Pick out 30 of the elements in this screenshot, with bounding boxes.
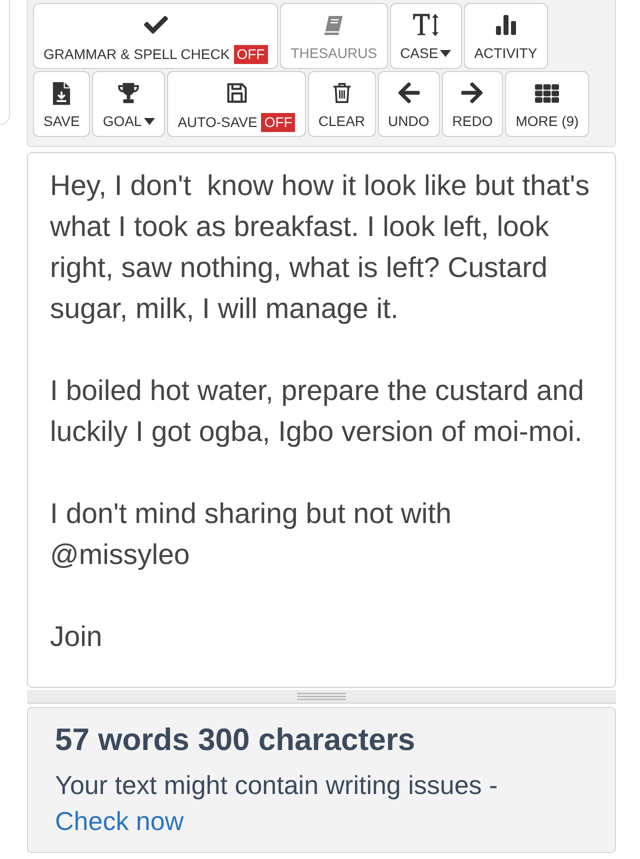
toolbar-button[interactable]: ACTIVITY — [464, 3, 548, 69]
check-icon — [144, 16, 168, 34]
file-download-icon — [52, 80, 72, 106]
toolbar-button[interactable]: CLEAR — [308, 71, 376, 137]
word-count: 57 words 300 characters — [55, 721, 416, 759]
toolbar-button[interactable]: SAVE — [33, 71, 90, 137]
book-icon — [323, 14, 344, 36]
toolbar-button[interactable]: AUTO-SAVE OFF — [167, 71, 306, 137]
check-now-link[interactable]: Check now — [55, 806, 184, 836]
arrow-right-icon — [461, 82, 484, 104]
caret-icon — [440, 50, 452, 57]
status-badge: OFF — [234, 45, 268, 64]
trophy-icon — [116, 82, 142, 104]
toolbar-button[interactable]: GOAL — [92, 71, 166, 137]
text-height-icon — [412, 13, 440, 37]
trash-icon — [332, 82, 352, 104]
grip-icon — [297, 692, 346, 700]
toolbar-button[interactable]: MORE (9) — [505, 71, 590, 137]
resize-handle[interactable] — [27, 690, 616, 704]
arrow-left-icon — [398, 82, 420, 104]
status-badge: OFF — [261, 113, 296, 132]
toolbar-button[interactable]: CASE — [390, 3, 462, 69]
toolbar-button[interactable]: GRAMMAR & SPELL CHECK OFF — [33, 3, 278, 69]
toolbar-button[interactable]: REDO — [442, 71, 504, 137]
caret-icon — [144, 118, 155, 125]
bar-chart-icon — [494, 14, 517, 36]
toolbar-button[interactable]: UNDO — [378, 71, 440, 137]
grid-icon — [535, 84, 560, 102]
writing-issues-message: Your text might contain writing issues - Check now — [55, 769, 499, 838]
text-editor[interactable]: Hey, I don't know how it look like but that's what I took as breakfast. I look left, look right, saw nothing, what is left? Custard sugar, milk, I will manage it. I boiled hot water, prepare the custard and luckily I got ogba, Igbo version of moi-moi. I don't mind sharing but not with @missyleo Join — [27, 152, 616, 688]
